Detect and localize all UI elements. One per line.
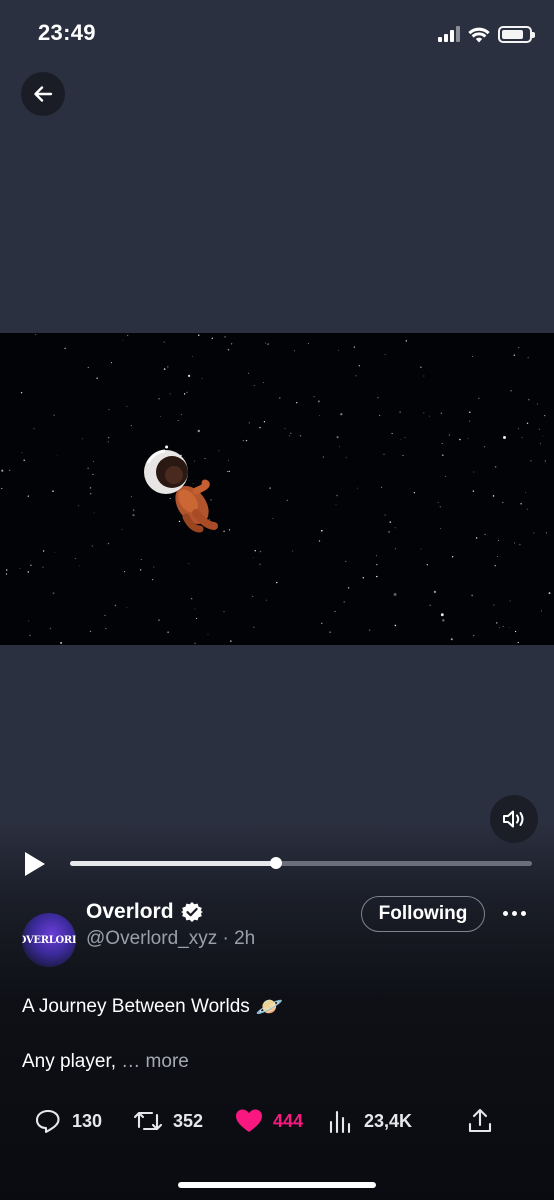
reply-count: 130 [72,1110,103,1131]
astronaut-figure [144,449,218,533]
play-icon [25,852,45,876]
post-time: 2h [234,928,256,949]
video-progress-bar[interactable] [70,857,532,869]
video-player[interactable] [0,333,554,645]
back-button[interactable] [21,72,65,116]
speaker-icon [503,810,524,828]
like-count: 444 [273,1110,304,1131]
author-display-name: Overlord [86,900,174,923]
wifi-icon [468,27,490,42]
views-button[interactable]: 23,4K [328,1100,412,1142]
repost-icon [133,1111,163,1131]
repost-button[interactable]: 352 [133,1100,203,1142]
video-scrubber-handle[interactable] [269,857,282,869]
show-more-link[interactable]: … more [121,1051,189,1072]
heart-icon [236,1109,262,1132]
reply-button[interactable]: 130 [34,1100,102,1142]
author-name-row[interactable]: Overlord [86,900,203,924]
tweet-text-line1: A Journey Between Worlds 🪐 [22,994,283,1020]
like-button[interactable]: 444 [235,1100,303,1142]
tweet-body-preview: Any player, [22,1051,116,1072]
verified-badge-icon [180,902,203,922]
views-count: 23,4K [364,1110,413,1131]
cellular-signal-icon [438,26,460,42]
volume-button[interactable] [490,795,538,843]
handle-separator: · [222,928,229,949]
status-bar: 23:49 [0,0,554,66]
arrow-left-icon [34,86,53,102]
tweet-action-bar: 130 352 444 23,4K [0,1100,554,1142]
author-handle-row: @Overlord_xyz · 2h [86,928,255,950]
following-button[interactable]: Following [361,896,485,932]
share-button[interactable] [466,1100,494,1142]
status-time: 23:49 [38,20,96,45]
tweet-title: A Journey Between Worlds [22,996,250,1017]
avatar-logo-text: OVERLORD [22,934,76,946]
battery-icon [498,25,535,43]
avatar[interactable]: OVERLORD [22,913,76,967]
ringed-planet-emoji: 🪐 [255,994,284,1019]
home-indicator[interactable] [178,1182,376,1188]
play-button[interactable] [22,850,48,878]
video-progress-fill [70,861,276,866]
views-icon [329,1110,351,1134]
tweet-text-line2: Any player, … more [22,1051,189,1073]
share-icon [468,1108,492,1133]
repost-count: 352 [173,1110,204,1131]
status-icons [438,22,535,46]
reply-icon [35,1109,60,1134]
author-handle: @Overlord_xyz [86,928,218,949]
more-dots-icon[interactable] [496,900,532,926]
